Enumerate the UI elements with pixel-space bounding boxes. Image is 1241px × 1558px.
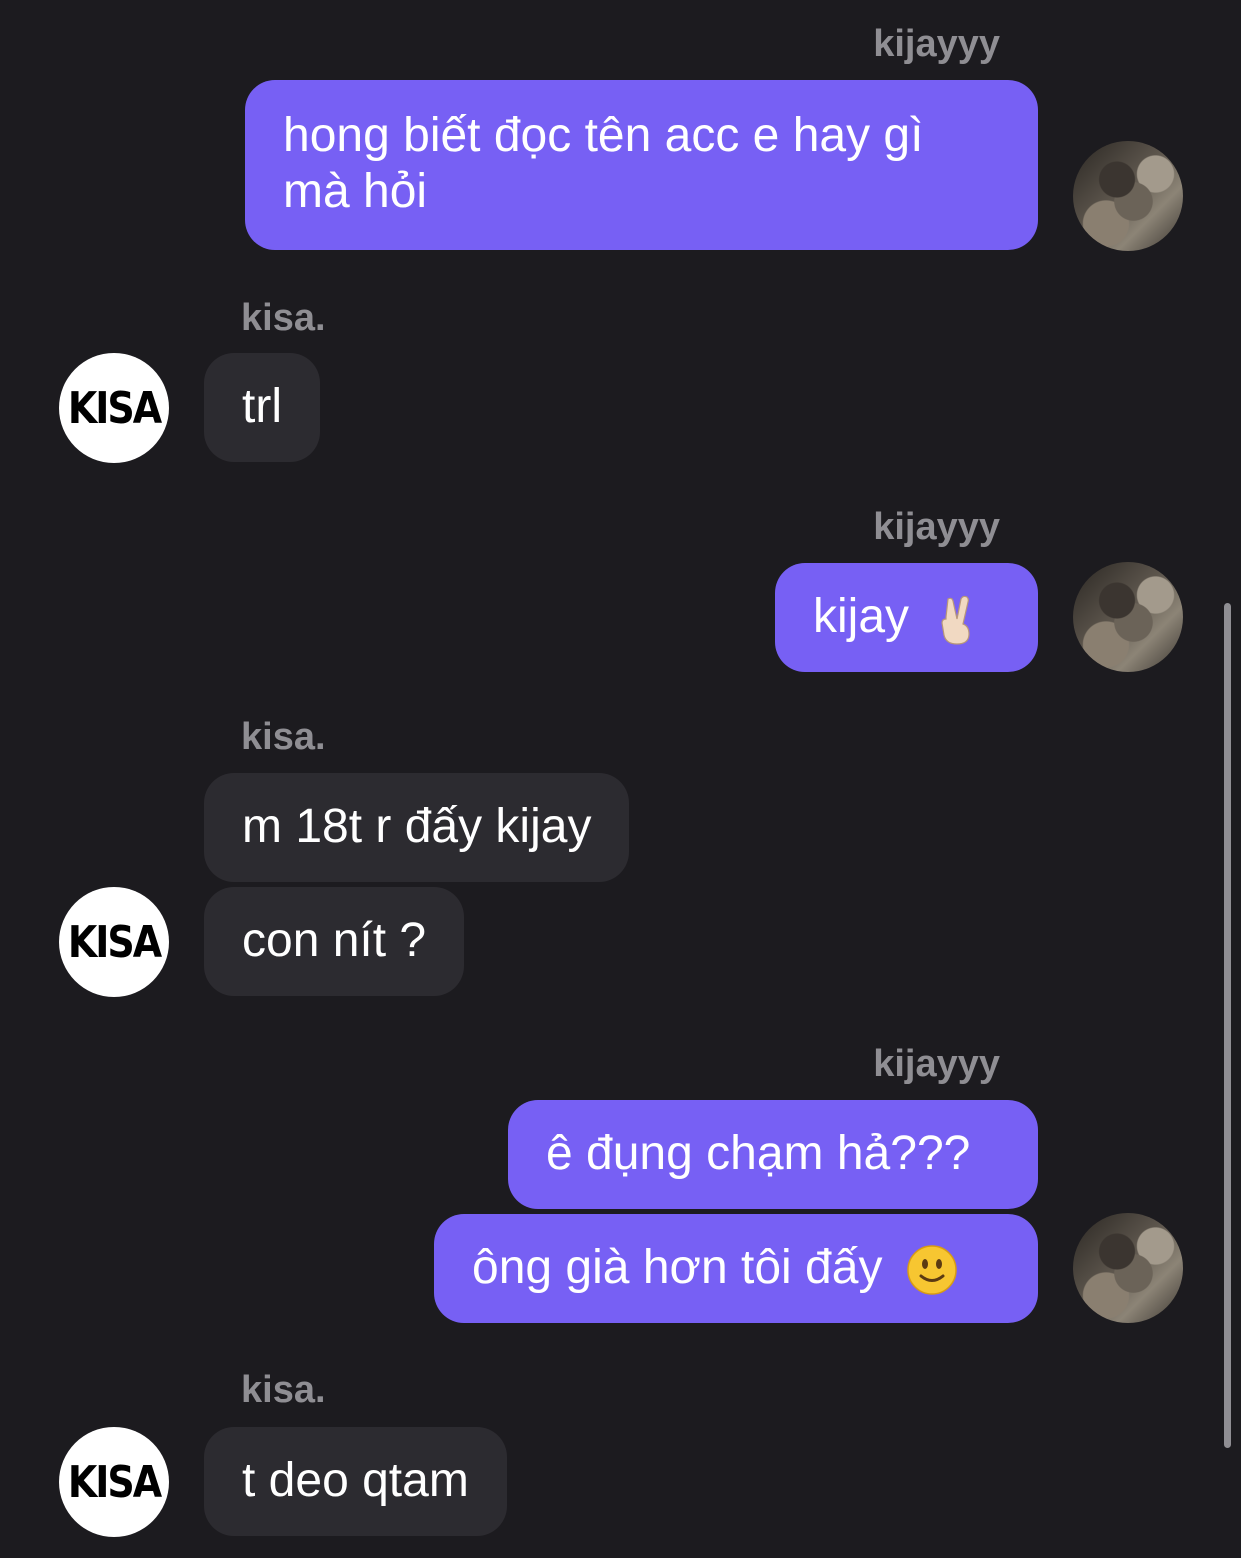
sender-name: kijayyy [873,506,1000,548]
message-text: ông già hơn tôi đấy [472,1241,883,1294]
message-text: t deo qtam [242,1454,469,1507]
message-text: kijay [813,590,910,643]
sender-name: kijayyy [873,23,1000,65]
avatar[interactable]: KISA [59,353,169,463]
message-bubble-outgoing[interactable]: hong biết đọc tên acc e hay gì mà hỏi [245,80,1038,250]
chat-thread[interactable]: kijayyy hong biết đọc tên acc e hay gì m… [0,0,1241,1558]
avatar-logo-text: KISA [67,1456,162,1508]
message-bubble-incoming[interactable]: con nít ? [204,887,465,996]
message-bubble-incoming[interactable]: t deo qtam [204,1427,507,1536]
message-text: ê đụng chạm hả??? [546,1127,971,1180]
message-text: m 18t r đấy kijay [242,800,592,853]
avatar[interactable] [1073,1213,1183,1323]
sender-name: kisa. [241,1369,326,1411]
avatar[interactable] [1073,562,1183,672]
victory-hand-icon [941,596,970,645]
message-bubble-outgoing[interactable]: ông già hơn tôi đấy [434,1214,1038,1323]
avatar[interactable]: KISA [59,887,169,997]
message-text: con nít ? [242,914,427,967]
avatar[interactable] [1073,141,1183,251]
avatar[interactable]: KISA [59,1427,169,1537]
avatar-logo-text: KISA [67,916,162,968]
sender-name: kijayyy [873,1043,1000,1085]
message-bubble-incoming[interactable]: m 18t r đấy kijay [204,773,630,882]
sender-name: kisa. [241,716,326,758]
sender-name: kisa. [241,297,326,339]
message-bubble-outgoing[interactable]: ê đụng chạm hả??? [508,1100,1038,1209]
message-bubble-incoming[interactable]: trl [204,353,320,462]
avatar-logo-text: KISA [67,382,162,434]
slightly-smiling-face-icon [907,1245,957,1296]
message-text: hong biết đọc tên acc e hay gì mà hỏi [283,109,924,218]
scrollbar[interactable] [1224,603,1231,1448]
message-bubble-outgoing[interactable]: kijay [775,563,1038,672]
message-text: trl [242,380,282,433]
